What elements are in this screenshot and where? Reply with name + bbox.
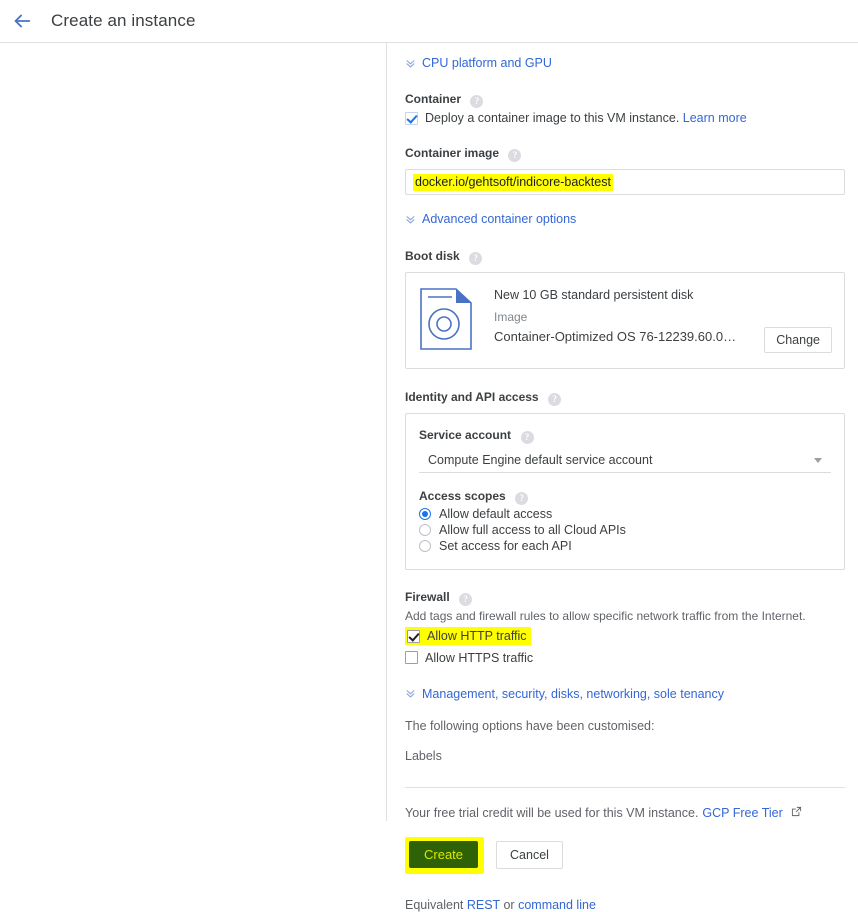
gcp-free-tier-link[interactable]: GCP Free Tier bbox=[702, 805, 782, 821]
chevron-double-down-icon bbox=[405, 214, 416, 225]
external-link-icon[interactable] bbox=[791, 805, 802, 821]
management-expander[interactable]: Management, security, disks, networking,… bbox=[405, 686, 858, 702]
customised-item: Labels bbox=[405, 748, 442, 763]
free-trial-text: Your free trial credit will be used for … bbox=[405, 805, 699, 820]
allow-http-traffic-checkbox[interactable] bbox=[407, 629, 420, 643]
access-scopes-help-icon[interactable]: ? bbox=[515, 492, 529, 505]
container-image-label: Container image bbox=[405, 146, 500, 160]
app-header: Create an instance bbox=[0, 0, 858, 43]
boot-disk-icon bbox=[420, 288, 472, 355]
free-trial-notice: Your free trial credit will be used for … bbox=[405, 805, 858, 821]
container-image-value: docker.io/gehtsoft/indicore-backtest bbox=[413, 173, 613, 191]
cpu-platform-label: CPU platform and GPU bbox=[422, 56, 552, 70]
identity-label: Identity and API access bbox=[405, 390, 539, 404]
identity-section: Identity and API access ? Service accoun… bbox=[405, 388, 858, 570]
container-label: Container bbox=[405, 92, 462, 106]
chevron-double-down-icon bbox=[405, 688, 416, 699]
advanced-container-options-expander[interactable]: Advanced container options bbox=[405, 211, 858, 227]
service-account-help-icon[interactable]: ? bbox=[520, 431, 534, 444]
boot-disk-image-caption: Image bbox=[494, 310, 528, 324]
chevron-down-icon bbox=[814, 457, 822, 463]
create-button-highlight: Create bbox=[405, 836, 485, 874]
chevron-double-down-icon bbox=[405, 58, 416, 69]
learn-more-link[interactable]: Learn more bbox=[683, 111, 747, 125]
back-arrow-icon bbox=[11, 10, 33, 32]
cpu-platform-section: CPU platform and GPU bbox=[405, 43, 858, 71]
cpu-platform-expander[interactable]: CPU platform and GPU bbox=[405, 55, 858, 71]
allow-https-traffic-row[interactable]: Allow HTTPS traffic bbox=[405, 651, 858, 665]
allow-http-row-wrap: Allow HTTP traffic bbox=[405, 624, 858, 648]
page-body: CPU platform and GPU Container ? Deploy … bbox=[0, 43, 858, 912]
change-boot-disk-button[interactable]: Change bbox=[764, 327, 832, 353]
page-title: Create an instance bbox=[51, 11, 196, 30]
equivalent-row: Equivalent REST or command line bbox=[405, 898, 858, 912]
service-account-label: Service account bbox=[419, 428, 512, 442]
access-scopes-label: Access scopes bbox=[419, 489, 506, 503]
radio-label: Allow full access to all Cloud APIs bbox=[439, 523, 626, 537]
container-help-icon[interactable]: ? bbox=[470, 95, 484, 108]
radio-allow-default-access[interactable] bbox=[419, 508, 431, 520]
allow-https-traffic-checkbox[interactable] bbox=[405, 651, 418, 664]
management-label: Management, security, disks, networking,… bbox=[422, 686, 724, 701]
deploy-container-checkbox-row[interactable]: Deploy a container image to this VM inst… bbox=[405, 111, 858, 125]
left-empty-pane bbox=[0, 43, 387, 821]
boot-disk-help-icon[interactable]: ? bbox=[469, 252, 483, 265]
management-section: Management, security, disks, networking,… bbox=[405, 686, 858, 764]
equivalent-prefix: Equivalent bbox=[405, 897, 464, 912]
allow-http-traffic-row[interactable]: Allow HTTP traffic bbox=[405, 627, 531, 645]
advanced-container-options-label: Advanced container options bbox=[422, 212, 577, 226]
boot-disk-card: New 10 GB standard persistent disk Image… bbox=[405, 272, 845, 369]
create-button[interactable]: Create bbox=[409, 840, 479, 868]
firewall-label: Firewall bbox=[405, 590, 450, 604]
equivalent-rest-link[interactable]: REST bbox=[467, 898, 500, 912]
allow-https-traffic-label: Allow HTTPS traffic bbox=[425, 650, 534, 665]
service-account-select[interactable]: Compute Engine default service account bbox=[419, 448, 831, 473]
access-scope-option-row[interactable]: Allow default access bbox=[419, 507, 831, 521]
access-scopes-group: Access scopes ? Allow default access All… bbox=[419, 487, 831, 553]
container-image-help-icon[interactable]: ? bbox=[508, 149, 522, 162]
boot-disk-image-value: Container-Optimized OS 76-12239.60.0… bbox=[494, 329, 737, 344]
identity-card: Service account ? Compute Engine default… bbox=[405, 413, 845, 570]
equivalent-or: or bbox=[503, 897, 515, 912]
boot-disk-section: Boot disk ? New 10 GB standard persisten… bbox=[405, 247, 858, 369]
allow-http-traffic-label: Allow HTTP traffic bbox=[427, 629, 527, 643]
firewall-section: Firewall ? Add tags and firewall rules t… bbox=[405, 588, 858, 665]
access-scope-option-row[interactable]: Set access for each API bbox=[419, 539, 831, 553]
firewall-help-icon[interactable]: ? bbox=[459, 593, 473, 606]
identity-help-icon[interactable]: ? bbox=[548, 393, 562, 406]
advanced-container-options-section: Advanced container options bbox=[405, 211, 858, 227]
customised-intro: The following options have been customis… bbox=[405, 718, 655, 733]
container-image-section: Container image ? docker.io/gehtsoft/ind… bbox=[405, 144, 858, 195]
container-image-input[interactable]: docker.io/gehtsoft/indicore-backtest bbox=[405, 169, 845, 195]
boot-disk-title: New 10 GB standard persistent disk bbox=[494, 288, 694, 302]
service-account-selected-value: Compute Engine default service account bbox=[428, 453, 653, 467]
radio-allow-full-access[interactable] bbox=[419, 524, 431, 536]
radio-set-access-each-api[interactable] bbox=[419, 540, 431, 552]
cancel-button[interactable]: Cancel bbox=[496, 841, 563, 869]
deploy-container-label: Deploy a container image to this VM inst… bbox=[425, 111, 747, 125]
form-actions: Create Cancel bbox=[405, 836, 858, 874]
create-instance-form: CPU platform and GPU Container ? Deploy … bbox=[387, 43, 858, 912]
radio-label: Allow default access bbox=[439, 507, 553, 521]
firewall-description: Add tags and firewall rules to allow spe… bbox=[405, 609, 806, 623]
deploy-container-checkbox[interactable] bbox=[405, 111, 418, 125]
footer-divider bbox=[405, 786, 845, 788]
access-scope-option-row[interactable]: Allow full access to all Cloud APIs bbox=[419, 523, 831, 537]
container-section: Container ? Deploy a container image to … bbox=[405, 90, 858, 125]
radio-label: Set access for each API bbox=[439, 539, 572, 553]
equivalent-cli-link[interactable]: command line bbox=[518, 898, 596, 912]
boot-disk-label: Boot disk bbox=[405, 249, 460, 263]
back-button[interactable] bbox=[0, 0, 44, 43]
